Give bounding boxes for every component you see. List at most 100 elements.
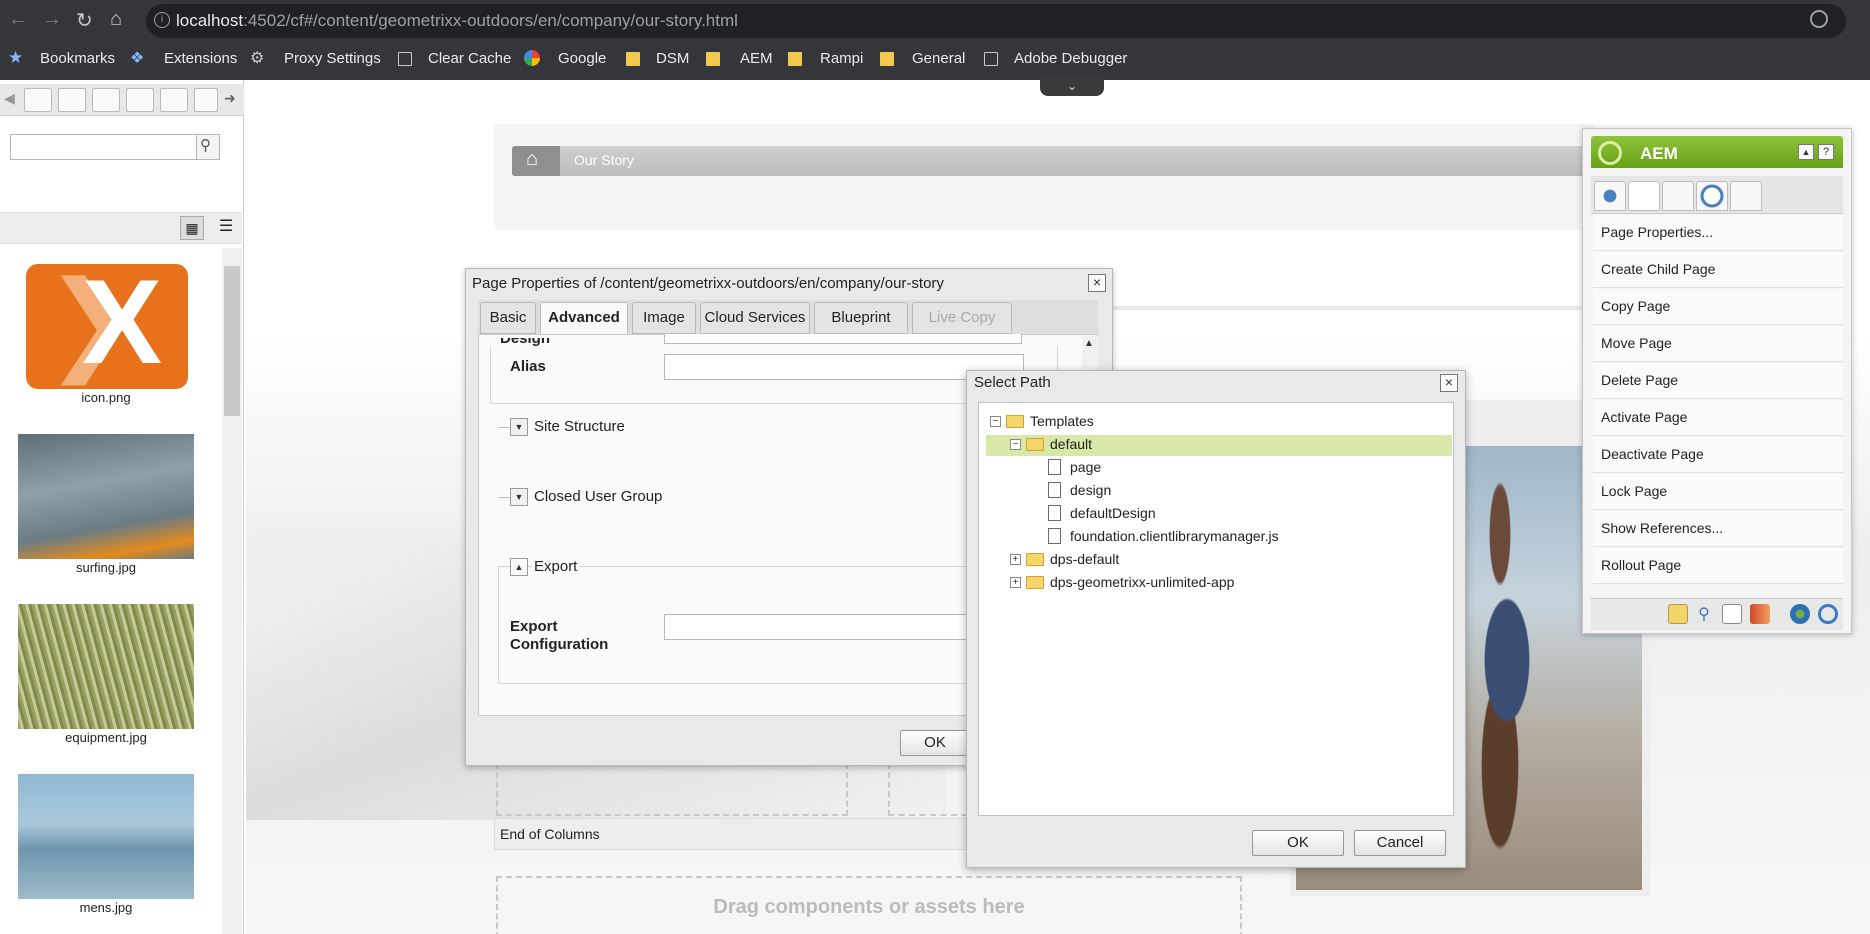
collapse-icon[interactable]: − bbox=[990, 416, 1001, 427]
list-view-icon[interactable]: ☰ bbox=[214, 216, 238, 240]
workflow-tab[interactable] bbox=[1730, 181, 1762, 211]
section-export[interactable]: Export bbox=[532, 558, 580, 575]
bookmark-item[interactable]: Google bbox=[558, 50, 606, 67]
alias-label: Alias bbox=[510, 358, 546, 375]
scaffolding-icon[interactable] bbox=[1750, 604, 1770, 624]
menu-page-properties[interactable]: Page Properties... bbox=[1593, 215, 1843, 251]
menu-create-child-page[interactable]: Create Child Page bbox=[1593, 252, 1843, 288]
expand-icon[interactable]: ▼ bbox=[510, 418, 528, 436]
fieldset-line bbox=[498, 497, 510, 498]
tree-node-page[interactable]: page bbox=[1070, 459, 1101, 475]
section-site-structure[interactable]: Site Structure bbox=[534, 418, 625, 435]
bookmark-item[interactable]: Extensions bbox=[164, 50, 237, 67]
scroll-up-icon[interactable]: ▲ bbox=[1084, 338, 1094, 349]
menu-lock-page[interactable]: Lock Page bbox=[1593, 474, 1843, 510]
ok-button[interactable]: OK bbox=[900, 730, 970, 756]
puzzle-icon: ❖ bbox=[130, 50, 145, 67]
lock-tab[interactable] bbox=[1662, 181, 1694, 211]
asset-label: icon.png bbox=[81, 390, 131, 405]
edit-mode-icon[interactable] bbox=[1668, 604, 1688, 624]
cancel-button[interactable]: Cancel bbox=[1354, 830, 1446, 856]
scrollbar-thumb[interactable] bbox=[224, 266, 240, 416]
preview-icon[interactable]: ⚲ bbox=[1694, 604, 1714, 624]
menu-show-references[interactable]: Show References... bbox=[1593, 511, 1843, 547]
ok-button[interactable]: OK bbox=[1252, 830, 1344, 856]
home-icon[interactable]: ⌂ bbox=[110, 8, 122, 31]
design-field[interactable] bbox=[664, 334, 1022, 344]
tab-image[interactable]: Image bbox=[632, 302, 696, 334]
menu-delete-page[interactable]: Delete Page bbox=[1593, 363, 1843, 399]
tab-blueprint[interactable]: Blueprint bbox=[814, 302, 908, 334]
menu-move-page[interactable]: Move Page bbox=[1593, 326, 1843, 362]
extension-icon[interactable] bbox=[1810, 10, 1828, 28]
reload-icon[interactable]: ↻ bbox=[76, 8, 93, 33]
pages-tab[interactable] bbox=[92, 88, 120, 112]
bookmark-item[interactable]: Rampi bbox=[820, 50, 863, 67]
tree-node-default-design[interactable]: defaultDesign bbox=[1070, 505, 1156, 521]
bookmark-item[interactable]: General bbox=[912, 50, 965, 67]
asset-thumbnail[interactable] bbox=[18, 434, 194, 559]
menu-rollout-page[interactable]: Rollout Page bbox=[1593, 548, 1843, 584]
design-mode-icon[interactable] bbox=[1722, 604, 1742, 624]
sidekick-title: AEM bbox=[1640, 144, 1678, 163]
info-icon[interactable]: i bbox=[154, 12, 170, 28]
section-closed-user-group[interactable]: Closed User Group bbox=[534, 488, 662, 505]
bookmark-item[interactable]: Adobe Debugger bbox=[1014, 50, 1127, 67]
versioning-tab[interactable] bbox=[1696, 181, 1728, 211]
menu-deactivate-page[interactable]: Deactivate Page bbox=[1593, 437, 1843, 473]
more-tab[interactable] bbox=[194, 88, 218, 112]
menu-activate-page[interactable]: Activate Page bbox=[1593, 400, 1843, 436]
page-tab[interactable] bbox=[1628, 181, 1660, 211]
expand-icon[interactable]: + bbox=[1010, 554, 1021, 565]
collapse-icon[interactable]: ▲ bbox=[1798, 144, 1814, 160]
folder-icon bbox=[626, 52, 640, 66]
documents-tab[interactable] bbox=[58, 88, 86, 112]
asset-label: equipment.jpg bbox=[65, 730, 147, 745]
bookmark-item[interactable]: AEM bbox=[740, 50, 773, 67]
help-icon[interactable]: ? bbox=[1818, 144, 1834, 160]
expand-icon[interactable]: ▼ bbox=[510, 488, 528, 506]
bookmark-item[interactable]: Clear Cache bbox=[428, 50, 511, 67]
asset-thumbnail[interactable] bbox=[18, 774, 194, 899]
tree-node-clientlib[interactable]: foundation.clientlibrarymanager.js bbox=[1070, 528, 1279, 544]
tab-basic[interactable]: Basic bbox=[480, 302, 536, 334]
asset-search-input[interactable] bbox=[10, 134, 198, 160]
refresh-icon[interactable] bbox=[1818, 604, 1838, 624]
url-text[interactable]: localhost:4502/cf#/content/geometrixx-ou… bbox=[176, 11, 738, 31]
arrow-right-icon[interactable]: ➜ bbox=[224, 90, 236, 107]
website-admin-icon[interactable] bbox=[1790, 604, 1810, 624]
collapse-icon[interactable]: − bbox=[1010, 439, 1021, 450]
components-tab[interactable] bbox=[1594, 181, 1626, 211]
expand-icon[interactable]: + bbox=[1010, 577, 1021, 588]
end-of-columns-label: End of Columns bbox=[500, 826, 600, 842]
arrow-left-icon[interactable]: ◀ bbox=[4, 90, 15, 107]
dialog-title: Select Path bbox=[974, 374, 1051, 391]
toolbar-toggle[interactable]: ⌄ bbox=[1040, 78, 1104, 96]
collapse-icon[interactable]: ▲ bbox=[510, 558, 528, 576]
tree-node-dps-geometrixx[interactable]: dps-geometrixx-unlimited-app bbox=[1050, 574, 1234, 590]
breadcrumb-item[interactable]: Our Story bbox=[574, 152, 634, 168]
tree-node-dps-default[interactable]: dps-default bbox=[1050, 551, 1119, 567]
bookmark-item[interactable]: Proxy Settings bbox=[284, 50, 381, 67]
export-config-field[interactable] bbox=[664, 614, 974, 640]
asset-thumbnail[interactable] bbox=[18, 604, 194, 729]
dialog-title: Page Properties of /content/geometrixx-o… bbox=[472, 275, 944, 292]
bookmark-item[interactable]: Bookmarks bbox=[40, 50, 115, 67]
tab-cloud-services[interactable]: Cloud Services bbox=[700, 302, 810, 334]
drop-zone-main[interactable]: Drag components or assets here bbox=[496, 876, 1242, 934]
products-tab[interactable] bbox=[126, 88, 154, 112]
export-config-label: Export bbox=[510, 618, 558, 635]
tab-advanced[interactable]: Advanced bbox=[540, 302, 628, 336]
images-tab[interactable] bbox=[24, 88, 52, 112]
tree-node-templates[interactable]: Templates bbox=[1030, 413, 1094, 429]
back-icon[interactable]: ← bbox=[8, 8, 28, 31]
tree-node-default[interactable]: default bbox=[1050, 436, 1092, 452]
bookmark-item[interactable]: DSM bbox=[656, 50, 689, 67]
tree-node-design[interactable]: design bbox=[1070, 482, 1111, 498]
grid-view-icon[interactable]: ▦ bbox=[180, 216, 204, 240]
forward-icon[interactable]: → bbox=[42, 8, 62, 31]
s7-tab[interactable] bbox=[160, 88, 188, 112]
menu-copy-page[interactable]: Copy Page bbox=[1593, 289, 1843, 325]
close-icon[interactable]: × bbox=[1088, 274, 1106, 292]
close-icon[interactable]: × bbox=[1440, 374, 1458, 392]
